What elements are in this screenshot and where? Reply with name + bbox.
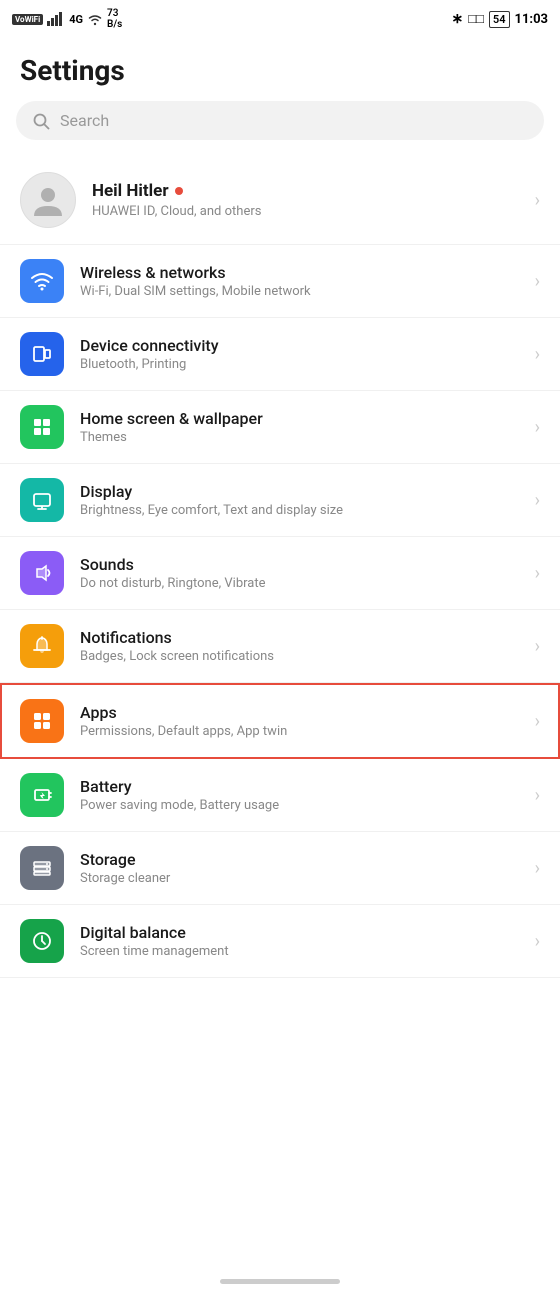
apps-title: Apps xyxy=(80,703,527,722)
settings-item-battery[interactable]: Battery Power saving mode, Battery usage… xyxy=(0,759,560,832)
notifications-text: Notifications Badges, Lock screen notifi… xyxy=(80,628,527,664)
notification-dot xyxy=(175,187,183,195)
digital-chevron-icon: › xyxy=(535,931,540,952)
battery-chevron-icon: › xyxy=(535,785,540,806)
person-icon xyxy=(30,182,66,218)
status-right: ∗ □□ 54 11:03 xyxy=(451,11,548,28)
digital-subtitle: Screen time management xyxy=(80,944,527,959)
battery-text: Battery Power saving mode, Battery usage xyxy=(80,777,527,813)
notifications-chevron-icon: › xyxy=(535,636,540,657)
settings-item-homescreen[interactable]: Home screen & wallpaper Themes › xyxy=(0,391,560,464)
digital-icon xyxy=(20,919,64,963)
extra-icon: □□ xyxy=(468,11,484,27)
navigation-pill xyxy=(220,1279,340,1284)
search-placeholder-text: Search xyxy=(60,111,109,130)
device-subtitle: Bluetooth, Printing xyxy=(80,357,527,372)
settings-item-wireless[interactable]: Wireless & networks Wi-Fi, Dual SIM sett… xyxy=(0,245,560,318)
battery-icon xyxy=(20,773,64,817)
sounds-subtitle: Do not disturb, Ringtone, Vibrate xyxy=(80,576,527,591)
bluetooth-icon: ∗ xyxy=(451,11,463,27)
storage-text: Storage Storage cleaner xyxy=(80,850,527,886)
digital-text: Digital balance Screen time management xyxy=(80,923,527,959)
status-left: VoWiFi 4G 73B/s xyxy=(12,8,122,30)
display-icon xyxy=(20,478,64,522)
homescreen-text: Home screen & wallpaper Themes xyxy=(80,409,527,445)
status-bar: VoWiFi 4G 73B/s ∗ □□ 54 11:03 xyxy=(0,0,560,36)
settings-item-storage[interactable]: Storage Storage cleaner › xyxy=(0,832,560,905)
device-chevron-icon: › xyxy=(535,344,540,365)
settings-item-notifications[interactable]: Notifications Badges, Lock screen notifi… xyxy=(0,610,560,683)
settings-item-digital[interactable]: Digital balance Screen time management › xyxy=(0,905,560,978)
sounds-text: Sounds Do not disturb, Ringtone, Vibrate xyxy=(80,555,527,591)
sounds-title: Sounds xyxy=(80,555,527,574)
storage-icon xyxy=(20,846,64,890)
profile-chevron-icon: › xyxy=(535,190,540,211)
storage-subtitle: Storage cleaner xyxy=(80,871,527,886)
wireless-title: Wireless & networks xyxy=(80,263,527,282)
notifications-title: Notifications xyxy=(80,628,527,647)
homescreen-subtitle: Themes xyxy=(80,430,527,445)
wireless-chevron-icon: › xyxy=(535,271,540,292)
search-icon xyxy=(32,112,50,130)
device-text: Device connectivity Bluetooth, Printing xyxy=(80,336,527,372)
storage-title: Storage xyxy=(80,850,527,869)
display-text: Display Brightness, Eye comfort, Text an… xyxy=(80,482,527,518)
vowifi-indicator: VoWiFi xyxy=(12,14,43,25)
settings-item-sounds[interactable]: Sounds Do not disturb, Ringtone, Vibrate… xyxy=(0,537,560,610)
display-chevron-icon: › xyxy=(535,490,540,511)
battery-subtitle: Power saving mode, Battery usage xyxy=(80,798,527,813)
apps-subtitle: Permissions, Default apps, App twin xyxy=(80,724,527,739)
notifications-icon xyxy=(20,624,64,668)
settings-list: Wireless & networks Wi-Fi, Dual SIM sett… xyxy=(0,245,560,978)
avatar xyxy=(20,172,76,228)
device-title: Device connectivity xyxy=(80,336,527,355)
digital-title: Digital balance xyxy=(80,923,527,942)
signal-strength xyxy=(47,12,65,26)
battery-title: Battery xyxy=(80,777,527,796)
homescreen-chevron-icon: › xyxy=(535,417,540,438)
apps-icon xyxy=(20,699,64,743)
settings-item-device[interactable]: Device connectivity Bluetooth, Printing … xyxy=(0,318,560,391)
profile-section[interactable]: Heil Hitler HUAWEI ID, Cloud, and others… xyxy=(0,156,560,245)
settings-item-display[interactable]: Display Brightness, Eye comfort, Text an… xyxy=(0,464,560,537)
apps-chevron-icon: › xyxy=(535,711,540,732)
wireless-text: Wireless & networks Wi-Fi, Dual SIM sett… xyxy=(80,263,527,299)
page-title: Settings xyxy=(0,36,560,101)
speed-indicator: 73B/s xyxy=(107,8,122,30)
wireless-icon xyxy=(20,259,64,303)
notifications-subtitle: Badges, Lock screen notifications xyxy=(80,649,527,664)
profile-info: Heil Hitler HUAWEI ID, Cloud, and others xyxy=(92,181,511,219)
battery-indicator: 54 xyxy=(489,11,510,28)
display-title: Display xyxy=(80,482,527,501)
network-type: 4G xyxy=(69,13,83,26)
storage-chevron-icon: › xyxy=(535,858,540,879)
apps-text: Apps Permissions, Default apps, App twin xyxy=(80,703,527,739)
sounds-chevron-icon: › xyxy=(535,563,540,584)
settings-item-apps[interactable]: Apps Permissions, Default apps, App twin… xyxy=(0,683,560,759)
wifi-icon xyxy=(87,13,103,26)
profile-subtitle: HUAWEI ID, Cloud, and others xyxy=(92,204,511,219)
search-bar[interactable]: Search xyxy=(16,101,544,140)
sounds-icon xyxy=(20,551,64,595)
profile-name: Heil Hitler xyxy=(92,181,511,201)
time-display: 11:03 xyxy=(515,12,549,27)
wireless-subtitle: Wi-Fi, Dual SIM settings, Mobile network xyxy=(80,284,527,299)
homescreen-icon xyxy=(20,405,64,449)
device-icon xyxy=(20,332,64,376)
display-subtitle: Brightness, Eye comfort, Text and displa… xyxy=(80,503,527,518)
homescreen-title: Home screen & wallpaper xyxy=(80,409,527,428)
